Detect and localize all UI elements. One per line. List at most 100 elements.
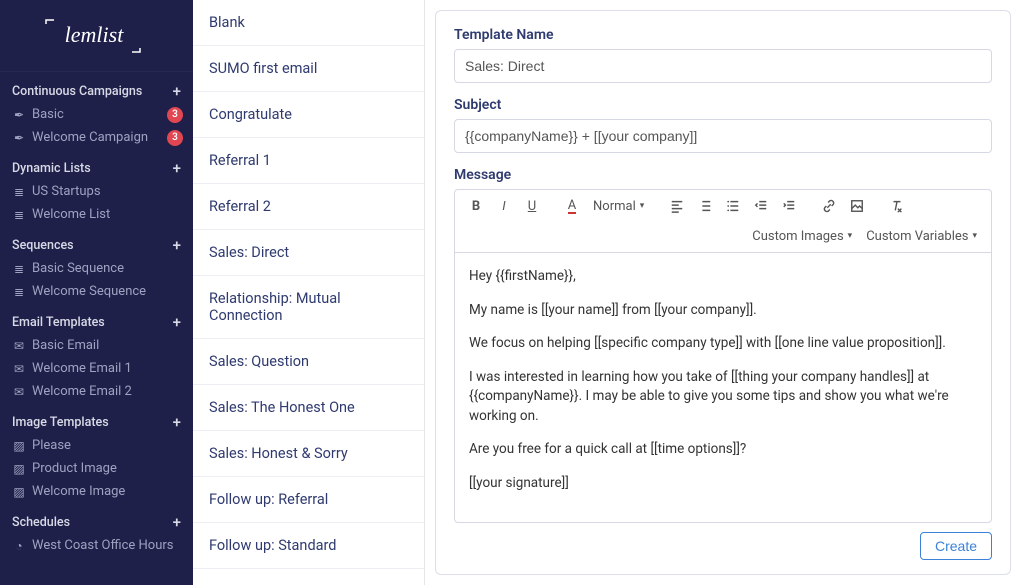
sidebar-item[interactable]: ✒Basic3	[0, 103, 193, 126]
template-list-item[interactable]: Follow-up: The Break Up	[193, 569, 424, 585]
sidebar-item[interactable]: ▨Product Image	[0, 457, 193, 480]
sidebar-item-label: Please	[32, 438, 71, 453]
custom-images-select[interactable]: Custom Images ▾	[746, 224, 858, 248]
align-left-button[interactable]	[664, 194, 690, 218]
section-title: Email Templates	[12, 315, 105, 330]
sidebar-section-header: Email Templates +	[0, 309, 193, 334]
create-button[interactable]: Create	[920, 532, 992, 560]
brand-text: lemlist	[64, 22, 124, 47]
section-title: Sequences	[12, 238, 74, 253]
underline-button[interactable]: U	[519, 194, 545, 218]
nav-icon: ≣	[12, 208, 26, 222]
caret-icon: ▾	[848, 231, 853, 241]
ordered-list-button[interactable]	[692, 194, 718, 218]
template-list-item[interactable]: Sales: Honest & Sorry	[193, 431, 424, 477]
sidebar-item[interactable]: ✉Welcome Email 2	[0, 380, 193, 403]
sidebar-item-label: Basic Sequence	[32, 261, 124, 276]
sidebar-item-label: US Startups	[32, 184, 101, 199]
template-list-item[interactable]: Follow up: Referral	[193, 477, 424, 523]
sidebar-section-header: Sequences +	[0, 232, 193, 257]
sidebar-item[interactable]: ≣ Basic Sequence	[0, 257, 193, 280]
message-paragraph: My name is [[your name]] from [[your com…	[469, 301, 977, 321]
sidebar-section-header: Image Templates +	[0, 409, 193, 434]
nav-icon: ✉	[12, 339, 26, 353]
template-list-item[interactable]: Congratulate	[193, 92, 424, 138]
sidebar-item-label: Basic Email	[32, 338, 99, 353]
message-label: Message	[454, 167, 992, 183]
nav-icon: ▨	[12, 439, 26, 453]
sidebar: lemlist Continuous Campaigns + ✒Basic3 ✒ Wel…	[0, 0, 193, 585]
sidebar-item[interactable]: ≣ Welcome Sequence	[0, 280, 193, 303]
message-paragraph: We focus on helping [[specific company t…	[469, 334, 977, 354]
subject-label: Subject	[454, 97, 992, 113]
sidebar-item-label: Welcome Sequence	[32, 284, 146, 299]
add-icon[interactable]: +	[173, 415, 181, 430]
message-paragraph: Are you free for a quick call at [[time …	[469, 440, 977, 460]
clear-format-button[interactable]	[884, 194, 910, 218]
template-name-label: Template Name	[454, 27, 992, 43]
nav-icon: ≣	[12, 262, 26, 276]
add-icon[interactable]: +	[173, 315, 181, 330]
message-paragraph: Hey {{firstName}},	[469, 267, 977, 287]
template-list-item[interactable]: Blank	[193, 0, 424, 46]
message-toolbar: B I U A Normal ▾	[454, 189, 992, 252]
image-button[interactable]	[844, 194, 870, 218]
sidebar-item[interactable]: ✉ Welcome Email 1	[0, 357, 193, 380]
template-list-item[interactable]: Follow up: Standard	[193, 523, 424, 569]
template-list-item[interactable]: Sales: Direct	[193, 230, 424, 276]
brand-logo: lemlist	[0, 0, 193, 72]
template-list-item[interactable]: Sales: Question	[193, 339, 424, 385]
sidebar-item-label: West Coast Office Hours	[32, 538, 173, 553]
template-list-item[interactable]: Relationship: Mutual Connection	[193, 276, 424, 339]
sidebar-item[interactable]: ✒ Welcome Campaign 3	[0, 126, 193, 149]
sidebar-section-header: Continuous Campaigns +	[0, 78, 193, 103]
add-icon[interactable]: +	[173, 161, 181, 176]
message-body[interactable]: Hey {{firstName}}, My name is [[your name…	[454, 252, 992, 523]
template-list-item[interactable]: SUMO first email	[193, 46, 424, 92]
custom-variables-select[interactable]: Custom Variables ▾	[860, 224, 983, 248]
sidebar-item-label: Welcome Campaign	[32, 130, 148, 145]
template-list-item[interactable]: Referral 2	[193, 184, 424, 230]
nav-icon: ✉	[12, 362, 26, 376]
notification-badge: 3	[167, 130, 183, 146]
nav-icon: ▨	[12, 462, 26, 476]
caret-icon: ▾	[972, 231, 977, 241]
template-list: BlankSUMO first emailCongratulateReferra…	[193, 0, 425, 585]
outdent-button[interactable]	[748, 194, 774, 218]
sidebar-item[interactable]: ▨Welcome Image	[0, 480, 193, 503]
sidebar-item-label: Welcome Email 2	[32, 384, 132, 399]
link-button[interactable]	[816, 194, 842, 218]
paragraph-style-select[interactable]: Normal ▾	[587, 194, 650, 218]
unordered-list-button[interactable]	[720, 194, 746, 218]
message-paragraph: I was interested in learning how you tak…	[469, 368, 977, 427]
paragraph-style-label: Normal	[593, 199, 636, 214]
add-icon[interactable]: +	[173, 84, 181, 99]
subject-input[interactable]	[454, 119, 992, 153]
indent-button[interactable]	[776, 194, 802, 218]
section-title: Continuous Campaigns	[12, 84, 142, 99]
nav-icon: ◔	[12, 539, 26, 553]
add-icon[interactable]: +	[173, 238, 181, 253]
text-color-button[interactable]: A	[559, 194, 585, 218]
italic-button[interactable]: I	[491, 194, 517, 218]
add-icon[interactable]: +	[173, 515, 181, 530]
editor-card: Template Name Subject Message B I U A No…	[435, 10, 1011, 575]
sidebar-item[interactable]: ▨ Please	[0, 434, 193, 457]
nav-icon: ✒	[12, 131, 26, 145]
template-list-item[interactable]: Referral 1	[193, 138, 424, 184]
sidebar-item-label: Welcome Email 1	[32, 361, 132, 376]
editor-panel: Template Name Subject Message B I U A No…	[425, 0, 1023, 585]
template-name-input[interactable]	[454, 49, 992, 83]
nav-icon: ≣	[12, 285, 26, 299]
custom-variables-label: Custom Variables	[866, 229, 968, 244]
template-list-item[interactable]: Sales: The Honest One	[193, 385, 424, 431]
section-title: Image Templates	[12, 415, 109, 430]
sidebar-item[interactable]: ✉ Basic Email	[0, 334, 193, 357]
message-paragraph: [[your signature]]	[469, 474, 977, 494]
sidebar-item[interactable]: ◔ West Coast Office Hours	[0, 534, 193, 557]
section-title: Dynamic Lists	[12, 161, 91, 176]
bold-button[interactable]: B	[463, 194, 489, 218]
sidebar-item[interactable]: ≣Welcome List	[0, 203, 193, 226]
sidebar-item[interactable]: ≣US Startups	[0, 180, 193, 203]
section-title: Schedules	[12, 515, 70, 530]
